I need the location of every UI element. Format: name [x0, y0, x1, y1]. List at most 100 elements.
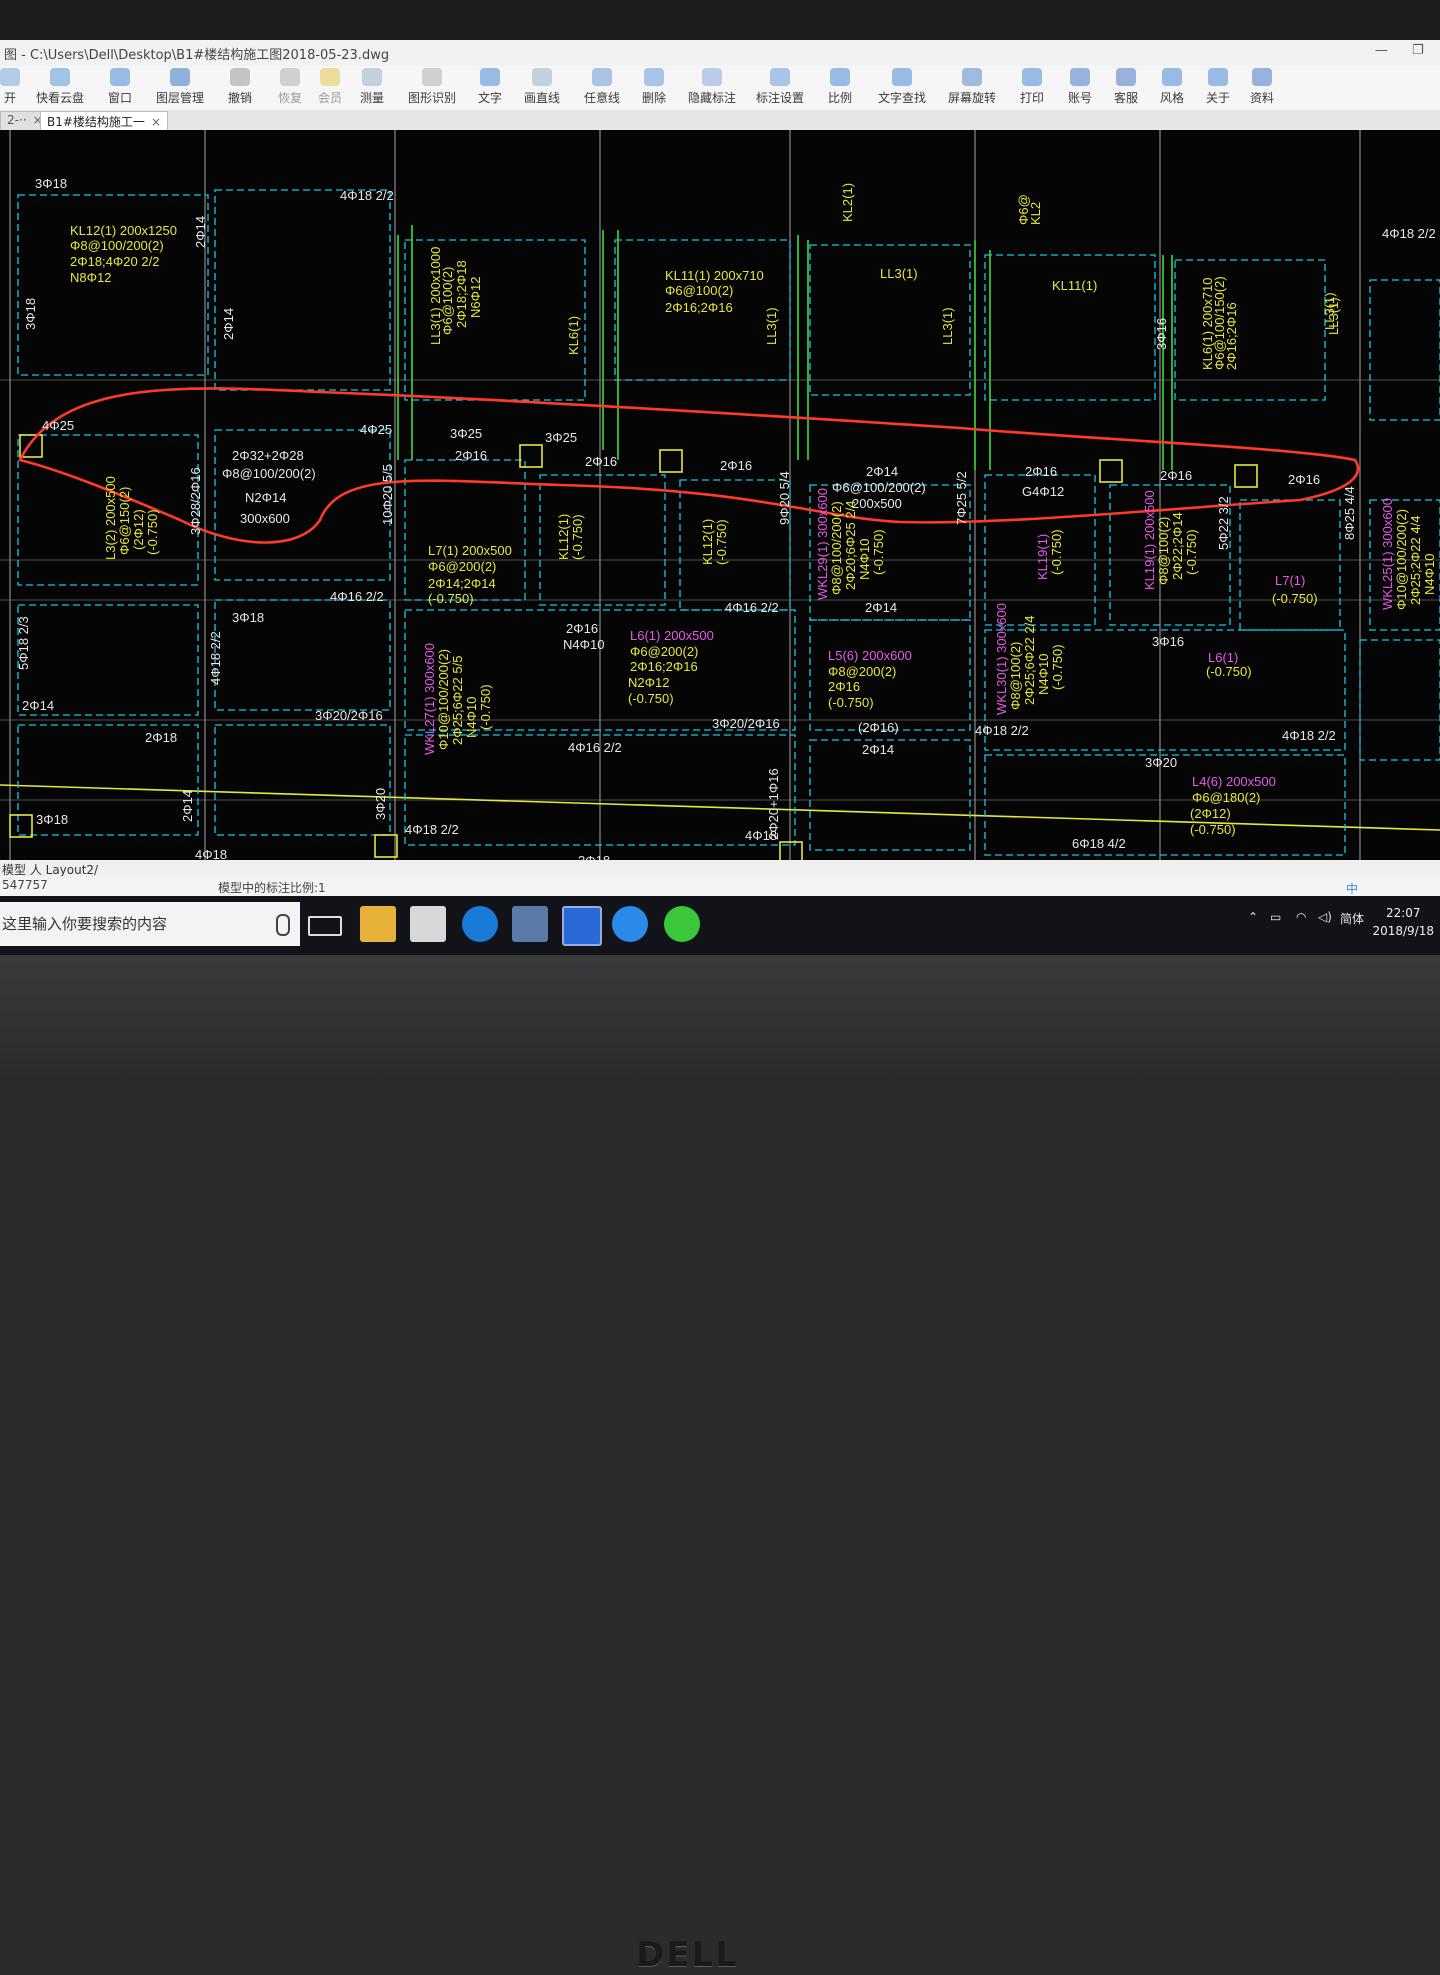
drawing-label: Φ8@100/200(2)	[70, 238, 164, 253]
drawing-label: N2Φ12	[628, 675, 669, 690]
toolbar-icon	[280, 68, 300, 86]
column	[9, 814, 33, 838]
drawing-label: KL12(1) 200x1250	[70, 223, 177, 238]
drawing-label: 2Φ14	[866, 464, 898, 479]
toolbar-item-12[interactable]: 删除	[622, 68, 686, 106]
toolbar-item-16[interactable]: 文字查找	[870, 68, 934, 106]
restore-icon[interactable]: ❐	[1412, 43, 1424, 58]
wechat-icon[interactable]	[664, 906, 700, 942]
taskbar-search-box[interactable]: 这里输入你要搜索的内容	[0, 902, 300, 946]
drawing-vertical-label: KL2(1)	[840, 183, 855, 222]
layout-tabs[interactable]: 模型 人 Layout2/	[0, 860, 1440, 877]
drawing-label: L4(6) 200x500	[1192, 774, 1276, 789]
toolbar-icon	[0, 68, 20, 86]
toolbar-item-10[interactable]: 画直线	[510, 68, 574, 106]
drawing-label: (-0.750)	[1206, 664, 1252, 679]
search-placeholder: 这里输入你要搜索的内容	[2, 915, 168, 933]
drawing-vertical-label: 2Φ14	[193, 216, 208, 248]
toolbar-item-15[interactable]: 比例	[808, 68, 872, 106]
drawing-label: 4Φ25	[42, 418, 74, 433]
minimize-icon[interactable]: —	[1375, 43, 1388, 58]
tab-active-drawing[interactable]: B1#楼结构施工一 ×	[40, 111, 168, 132]
tab-label: 2-··	[7, 113, 27, 127]
drawing-label: 300x600	[240, 511, 290, 526]
toolbar-item-8[interactable]: 图形识别	[400, 68, 464, 106]
drawing-vertical-label: 3Φ18	[23, 298, 38, 330]
battery-icon[interactable]: ▭	[1270, 910, 1281, 924]
drawing-label: Φ6@100/200(2)	[832, 480, 926, 495]
drawing-vertical-label: 3Φ20	[373, 788, 388, 820]
drawing-vertical-label: LL3(1)	[940, 307, 955, 345]
toolbar-icon	[770, 68, 790, 86]
drawing-label: 4Φ16 2/2	[568, 740, 622, 755]
drawing-label: 200x500	[852, 496, 902, 511]
drawing-vertical-label: Φ8@100/200(2)	[829, 501, 844, 595]
drawing-label: 3Φ25	[545, 430, 577, 445]
drawing-vertical-label: 2Φ20+1Φ16	[766, 768, 781, 840]
windows-taskbar: 这里输入你要搜索的内容 ⌃ ▭ ◠ ◁) 简体 中 22:07 2018/9/1…	[0, 882, 1440, 955]
drawing-vertical-label: (-0.750)	[871, 529, 886, 575]
drawing-label: KL11(1)	[1052, 278, 1097, 293]
system-clock[interactable]: 22:07 2018/9/18	[1372, 904, 1434, 940]
drawing-label: (2Φ16)	[858, 720, 899, 735]
toolbar-item-13[interactable]: 隐藏标注	[680, 68, 744, 106]
toolbar-item-label: 风格	[1159, 91, 1184, 105]
drawing-label: 3Φ25	[450, 426, 482, 441]
structural-plan[interactable]: 3Φ184Φ18 2/2KL12(1) 200x1250Φ8@100/200(2…	[0, 130, 1440, 860]
photos-icon[interactable]	[512, 906, 548, 942]
toolbar-item-label: 画直线	[523, 91, 560, 105]
volume-icon[interactable]: ◁)	[1318, 910, 1332, 924]
drawing-vertical-label: LL3(1)	[1322, 292, 1337, 330]
edge-browser-icon[interactable]	[462, 906, 498, 942]
beam-outline	[1239, 499, 1341, 631]
microphone-icon[interactable]	[276, 914, 290, 936]
drawing-label: 2Φ16;2Φ16	[665, 300, 733, 315]
drawing-vertical-label: 2Φ22;2Φ14	[1170, 512, 1185, 580]
ime-mode[interactable]: 中	[1346, 880, 1358, 897]
drawing-vertical-label: WKL30(1) 300x600	[994, 603, 1009, 715]
toolbar-item-1[interactable]: 快看云盘	[28, 68, 92, 106]
coordinate-readout: 547757	[2, 878, 48, 892]
task-view-icon[interactable]	[308, 916, 342, 936]
toolbar-item-label: 撤销	[227, 91, 252, 105]
file-explorer-icon[interactable]	[360, 906, 396, 942]
drawing-vertical-label: KL19(1)	[1035, 534, 1050, 580]
drawing-label: 2Φ18;4Φ20 2/2	[70, 254, 159, 269]
toolbar-item-label: 账号	[1067, 91, 1092, 105]
toolbar-item-label: 屏幕旋转	[947, 91, 996, 105]
toolbar-item-17[interactable]: 屏幕旋转	[940, 68, 1004, 106]
drawing-label: 2Φ16	[1288, 472, 1320, 487]
drawing-label: Φ8@100/200(2)	[222, 466, 316, 481]
drawing-vertical-label: 2Φ18;2Φ18	[454, 260, 469, 328]
drawing-vertical-label: 2Φ25;2Φ22 4/4	[1408, 516, 1423, 605]
drawing-label: (-0.750)	[828, 695, 874, 710]
chevron-up-icon[interactable]: ⌃	[1248, 910, 1258, 924]
toolbar-item-2[interactable]: 窗口	[88, 68, 152, 106]
toolbar-icon	[892, 68, 912, 86]
input-language[interactable]: 简体	[1340, 910, 1364, 927]
drawing-canvas[interactable]: 3Φ18 4Φ18 2/2 KL12(1) 200x1250 Φ8@100/200(2…	[0, 130, 1440, 860]
drawing-vertical-label: KL12(1)	[556, 514, 571, 560]
toolbar-item-3[interactable]: 图层管理	[148, 68, 212, 106]
beam-outline	[1369, 279, 1440, 421]
internet-explorer-icon[interactable]	[612, 906, 648, 942]
movie-maker-icon[interactable]	[410, 906, 446, 942]
toolbar-item-23[interactable]: 资料	[1230, 68, 1294, 106]
drawing-label: 2Φ16;2Φ16	[630, 659, 698, 674]
drawing-label: KL11(1) 200x710	[665, 268, 764, 283]
beam-outline	[17, 194, 209, 376]
drawing-vertical-label: 10Φ20 5/5	[380, 464, 395, 525]
toolbar-item-label: 删除	[641, 91, 666, 105]
toolbar-icon	[50, 68, 70, 86]
drawing-label: 4Φ18 2/2	[975, 723, 1029, 738]
drawing-vertical-label: KL12(1)	[700, 519, 715, 565]
toolbar-icon	[1022, 68, 1042, 86]
wifi-icon[interactable]: ◠	[1296, 910, 1306, 924]
laptop-bezel-bottom: DELL	[0, 955, 1440, 1975]
toolbar-item-14[interactable]: 标注设置	[748, 68, 812, 106]
screen: 图 - C:\Users\Dell\Desktop\B1#楼结构施工图2018-…	[0, 40, 1440, 955]
toolbar-item-7[interactable]: 测量	[340, 68, 404, 106]
drawing-vertical-label: Φ6@150(2)	[117, 487, 132, 555]
cad-viewer-icon[interactable]	[562, 906, 602, 946]
close-icon[interactable]: ×	[151, 115, 161, 129]
